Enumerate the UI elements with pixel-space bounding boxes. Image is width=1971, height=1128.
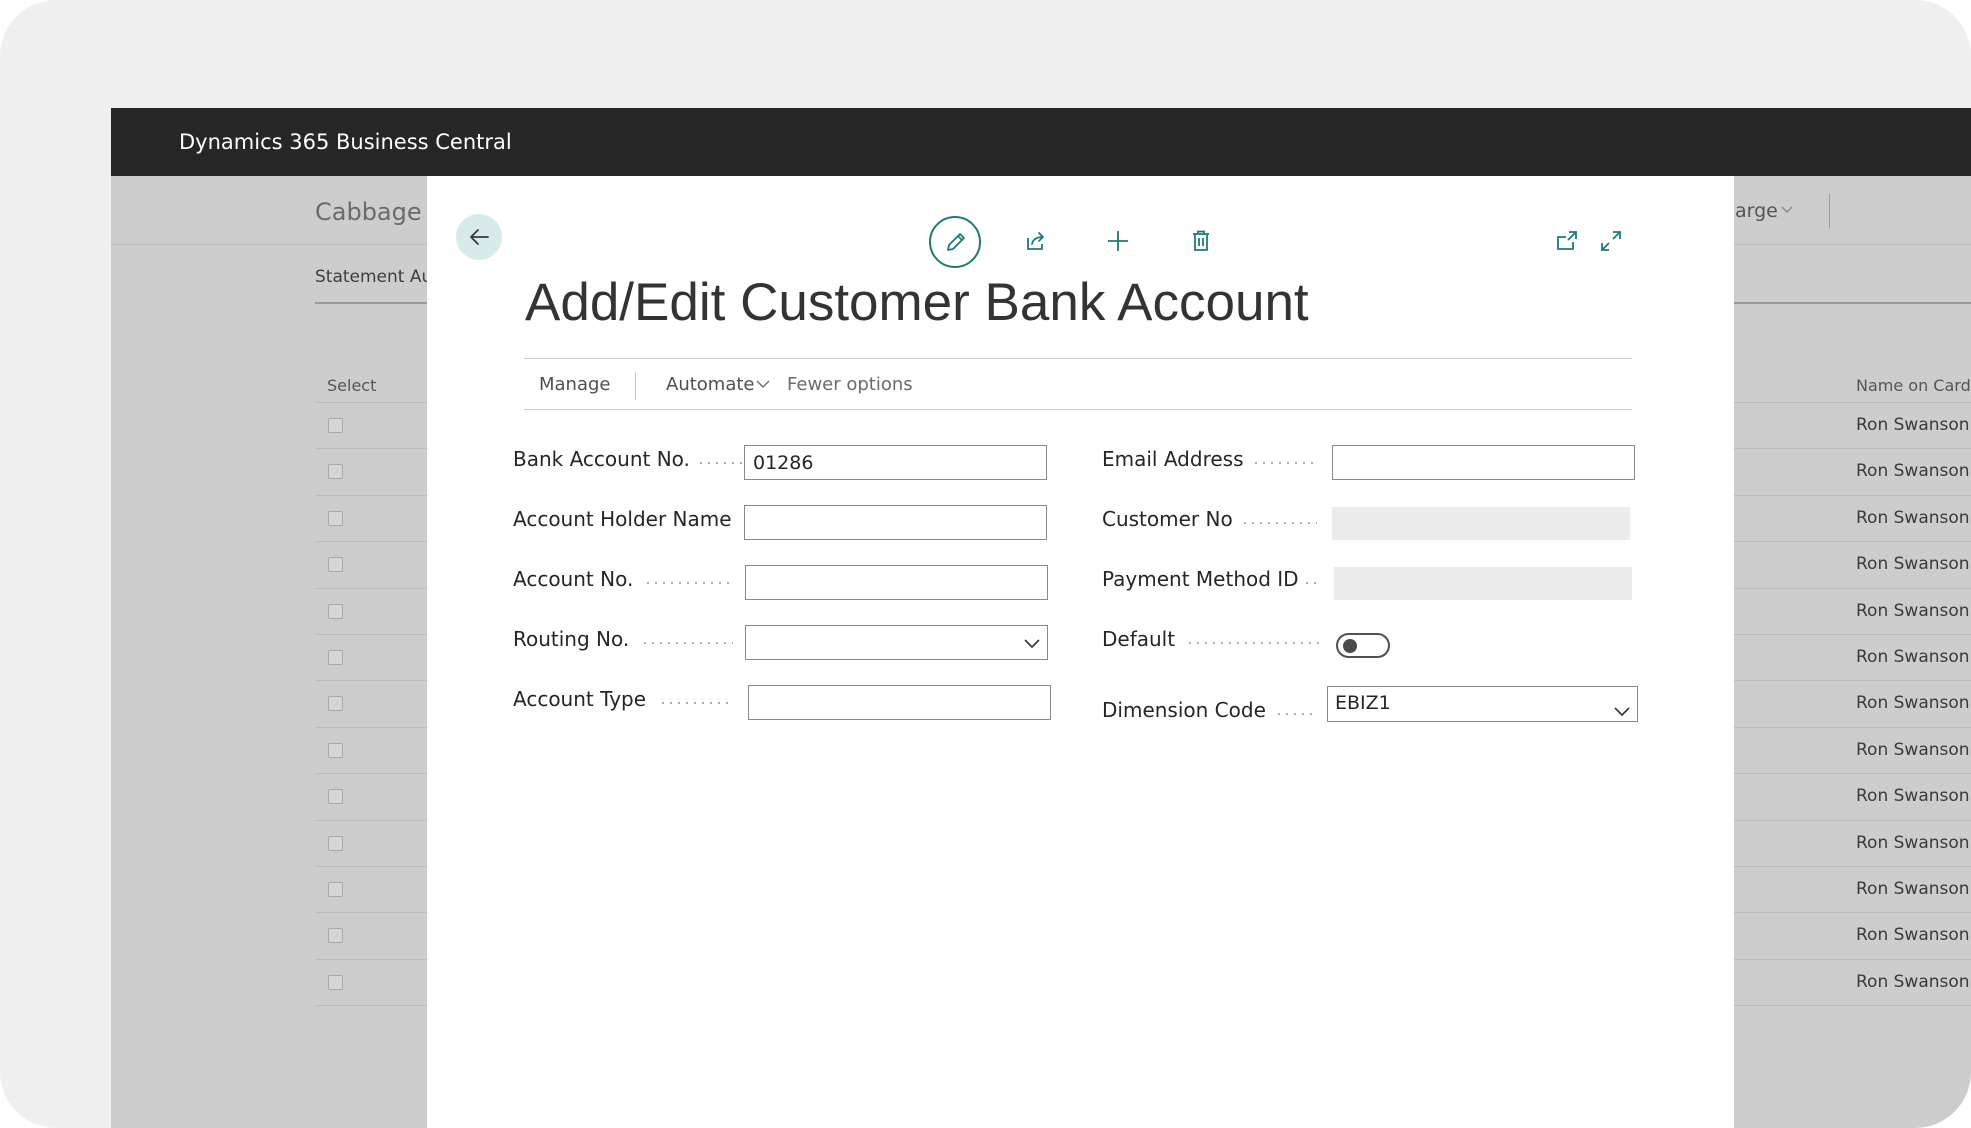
chevron-down-icon [1024, 639, 1040, 649]
routing-no-select[interactable] [745, 625, 1048, 660]
fewer-options-action[interactable]: Fewer options [787, 360, 913, 410]
manage-action[interactable]: Manage [539, 360, 611, 410]
dimension-code-label: Dimension Code [1102, 698, 1266, 722]
background-action: arge [1735, 200, 1778, 222]
divider [635, 372, 636, 400]
expand-icon [1601, 231, 1621, 251]
payment-method-id-input[interactable] [1334, 567, 1632, 600]
divider [1829, 194, 1830, 228]
bank-account-no-label: Bank Account No. [513, 447, 690, 471]
dialog-title: Add/Edit Customer Bank Account [525, 273, 1309, 332]
pop-out-button[interactable] [1547, 221, 1587, 261]
row-checkbox [328, 696, 343, 712]
row-checkbox [328, 649, 343, 665]
leader-dots [644, 582, 732, 584]
row-checkbox [328, 881, 343, 897]
email-address-input[interactable] [1332, 445, 1635, 480]
payment-method-id-label: Payment Method ID [1102, 567, 1299, 591]
dimension-code-select[interactable]: EBIZ1 [1327, 686, 1638, 722]
column-header-select: Select [327, 376, 377, 395]
app-title: Dynamics 365 Business Central [179, 130, 512, 154]
account-type-label: Account Type [513, 687, 647, 711]
name-on-card-cell: Ron Swanson [1856, 878, 1970, 899]
edit-button[interactable] [929, 216, 981, 268]
plus-icon [1108, 231, 1128, 251]
account-type-input[interactable] [748, 685, 1051, 720]
row-checkbox [328, 928, 343, 944]
toggle-knob [1343, 639, 1357, 653]
row-checkbox [328, 603, 343, 619]
app-bar: Dynamics 365 Business Central [111, 108, 1971, 176]
routing-no-label: Routing No. [513, 627, 630, 651]
account-no-label: Account No. [513, 567, 634, 591]
share-icon [1027, 232, 1044, 250]
name-on-card-cell: Ron Swanson [1856, 925, 1970, 946]
expand-button[interactable] [1591, 221, 1631, 261]
column-header-name-on-card: Name on Card/ [1856, 376, 1971, 395]
row-checkbox [328, 418, 343, 433]
automate-action[interactable]: Automate [666, 360, 755, 410]
add-edit-bank-account-dialog: Add/Edit Customer Bank Account Manage Au… [427, 176, 1734, 1128]
name-on-card-cell: Ron Swanson [1856, 554, 1970, 575]
leader-dots [1303, 582, 1319, 584]
chevron-down-icon [1614, 707, 1630, 717]
default-label: Default [1102, 627, 1176, 651]
pop-out-icon [1557, 231, 1577, 250]
leader-dots [1186, 642, 1322, 644]
leader-dots [659, 702, 731, 704]
background-page-title: Cabbage ( [315, 198, 439, 226]
row-checkbox [328, 789, 343, 805]
row-checkbox [328, 464, 343, 480]
name-on-card-cell: Ron Swanson [1856, 507, 1970, 528]
row-checkbox [328, 835, 343, 851]
leader-dots [1241, 522, 1317, 524]
divider [524, 409, 1632, 410]
screen-frame: Dynamics 365 Business Central Cabbage ( … [0, 0, 1971, 1128]
account-holder-name-input[interactable] [744, 505, 1047, 540]
divider [524, 358, 1632, 359]
row-checkbox [328, 557, 343, 573]
back-button[interactable] [456, 214, 502, 260]
trash-icon [1193, 230, 1209, 251]
dimension-code-value: EBIZ1 [1335, 692, 1391, 714]
name-on-card-cell: Ron Swanson [1856, 415, 1970, 435]
row-checkbox [328, 510, 343, 526]
row-checkbox [328, 742, 343, 758]
name-on-card-cell: Ron Swanson [1856, 832, 1970, 853]
name-on-card-cell: Ron Swanson [1856, 646, 1970, 667]
chevron-down-icon [1781, 203, 1793, 218]
share-button[interactable] [1016, 221, 1056, 261]
chevron-down-icon [756, 380, 770, 388]
name-on-card-cell: Ron Swanson [1856, 461, 1970, 482]
background-subtab: Statement Au [315, 267, 433, 287]
account-holder-name-label: Account Holder Name [513, 507, 732, 531]
pencil-icon [947, 233, 965, 251]
name-on-card-cell: Ron Swanson [1856, 786, 1970, 807]
customer-no-input[interactable] [1332, 507, 1630, 540]
leader-dots [1252, 462, 1316, 464]
action-bar: Manage Automate Fewer options [524, 360, 1632, 410]
delete-button[interactable] [1181, 221, 1221, 261]
customer-no-label: Customer No [1102, 507, 1233, 531]
default-toggle[interactable] [1336, 633, 1390, 658]
name-on-card-cell: Ron Swanson [1856, 693, 1970, 714]
leader-dots [1275, 713, 1315, 715]
bank-account-no-input[interactable] [744, 445, 1047, 480]
back-arrow-icon [470, 229, 489, 245]
account-no-input[interactable] [745, 565, 1048, 600]
new-button[interactable] [1098, 221, 1138, 261]
email-address-label: Email Address [1102, 447, 1244, 471]
name-on-card-cell: Ron Swanson [1856, 600, 1970, 621]
name-on-card-cell: Ron Swanson [1856, 739, 1970, 760]
leader-dots [641, 642, 733, 644]
name-on-card-cell: Ron Swanson [1856, 971, 1970, 992]
row-checkbox [328, 974, 343, 990]
